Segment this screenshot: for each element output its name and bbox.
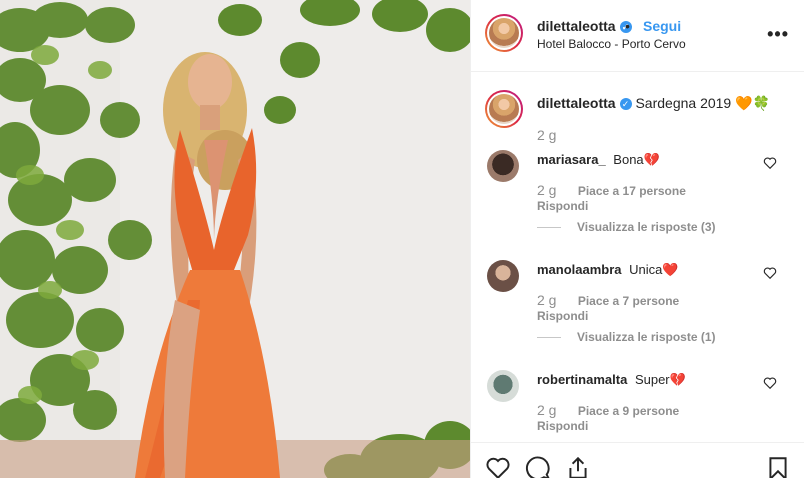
comment-emoji: 💔 xyxy=(643,152,660,167)
comment-meta: 2 g Piace a 7 persone xyxy=(537,292,679,308)
comment-avatar[interactable] xyxy=(487,260,519,292)
heart-icon[interactable] xyxy=(763,156,777,170)
comment-timestamp[interactable]: 2 g xyxy=(537,182,556,198)
comment-emoji: ❤️ xyxy=(662,262,679,277)
share-icon[interactable] xyxy=(565,455,591,478)
caption-username[interactable]: dilettaleotta xyxy=(537,95,616,111)
post-side-panel: dilettaleotta ✓ • Segui Hotel Balocco - P… xyxy=(470,0,804,478)
reply-button[interactable]: Rispondi xyxy=(537,199,588,213)
post-header: dilettaleotta ✓ • Segui Hotel Balocco - P… xyxy=(471,0,804,72)
comment-meta: 2 g Piace a 9 persone xyxy=(537,402,679,418)
comment-timestamp[interactable]: 2 g xyxy=(537,292,556,308)
comment-likes[interactable]: Piace a 17 persone xyxy=(578,184,686,198)
heart-icon[interactable] xyxy=(763,376,777,390)
heart-icon[interactable] xyxy=(485,455,511,478)
comment-icon[interactable] xyxy=(525,455,551,478)
reply-button[interactable]: Rispondi xyxy=(537,309,588,323)
comment-item: mariasara_ Bona💔 2 g Piace a 17 persone … xyxy=(471,150,804,260)
caption-avatar[interactable] xyxy=(485,90,523,128)
comment-likes[interactable]: Piace a 9 persone xyxy=(578,404,679,418)
view-replies-button[interactable]: Visualizza le risposte (3) xyxy=(537,220,716,234)
comment-timestamp[interactable]: 2 g xyxy=(537,402,556,418)
more-options-icon[interactable]: ••• xyxy=(767,24,789,45)
comment-emoji: 💔 xyxy=(669,372,686,387)
comment-likes[interactable]: Piace a 7 persone xyxy=(578,294,679,308)
comment-text: robertinamalta Super💔 xyxy=(537,372,686,388)
verified-badge-icon: ✓ xyxy=(619,98,632,110)
bookmark-icon[interactable] xyxy=(765,455,791,478)
comment-username[interactable]: robertinamalta xyxy=(537,372,627,387)
caption-text: Sardegna 2019 xyxy=(635,95,732,111)
comment-username[interactable]: manolaambra xyxy=(537,262,622,277)
caption-timestamp[interactable]: 2 g xyxy=(537,127,556,143)
comment-meta: 2 g Piace a 17 persone xyxy=(537,182,686,198)
action-bar xyxy=(471,442,804,478)
location-link[interactable]: Hotel Balocco - Porto Cervo xyxy=(537,37,686,51)
caption-emojis: 🧡🍀 xyxy=(735,95,770,111)
view-replies-button[interactable]: Visualizza le risposte (1) xyxy=(537,330,716,344)
comment-body: Super xyxy=(634,372,670,387)
comment-text: manolaambra Unica❤️ xyxy=(537,262,679,278)
comment-body: Unica xyxy=(629,262,663,277)
comment-avatar[interactable] xyxy=(487,370,519,402)
post-photo[interactable] xyxy=(0,0,470,478)
comment-body: Bona xyxy=(613,152,644,167)
username-link[interactable]: dilettaleotta ✓ xyxy=(537,18,632,34)
comment-avatar[interactable] xyxy=(487,150,519,182)
reply-button[interactable]: Rispondi xyxy=(537,419,588,433)
post-caption: dilettaleotta ✓ Sardegna 2019 🧡🍀 xyxy=(537,95,770,112)
heart-icon[interactable] xyxy=(763,266,777,280)
comment-item: manolaambra Unica❤️ 2 g Piace a 7 person… xyxy=(471,260,804,370)
comment-username[interactable]: mariasara_ xyxy=(537,152,606,167)
follow-button[interactable]: Segui xyxy=(643,18,681,34)
avatar[interactable] xyxy=(485,14,523,52)
comment-text: mariasara_ Bona💔 xyxy=(537,152,660,168)
photo-image xyxy=(0,0,470,478)
instagram-post: dilettaleotta ✓ • Segui Hotel Balocco - P… xyxy=(0,0,804,478)
separator-dot: • xyxy=(625,18,630,34)
